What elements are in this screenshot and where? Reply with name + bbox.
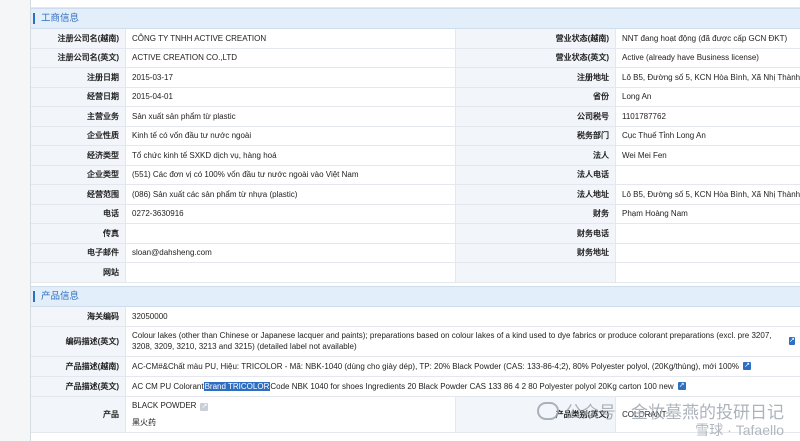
field-value: Phạm Hoàng Nam <box>622 209 688 219</box>
product-label: 产品 <box>31 396 126 432</box>
field-label: 电话 <box>31 204 126 223</box>
product-value-cn: 黑火药 <box>132 417 156 427</box>
field-value: Tổ chức kinh tế SXKD dịch vụ, hàng hoá <box>126 146 456 165</box>
field-label: 公司税号 <box>456 107 616 126</box>
table-row-product-desc-en: 产品描述(英文) AC CM PU Colorant Brand TRICOLO… <box>31 376 800 397</box>
table-row: 注册公司名(越南) CÔNG TY TNHH ACTIVE CREATION 营业状… <box>31 29 800 49</box>
product-desc-vn-value: AC-CM#&Chất màu PU, Hiệu: TRICOLOR - Mã:… <box>126 357 800 376</box>
table-row-hs-code: 海关编码 32050000 <box>31 306 800 327</box>
watermark-sub-text: 雪球 · Tafaello <box>695 422 784 438</box>
section-header-business: 工商信息 <box>31 8 800 29</box>
field-label <box>456 263 616 282</box>
selected-text-highlight[interactable]: Brand TRICOLOR <box>203 381 271 391</box>
product-desc-en-text-before: AC CM PU Colorant <box>132 381 204 391</box>
product-desc-en-value: AC CM PU Colorant Brand TRICOLOR Code NB… <box>126 377 800 396</box>
table-row: 电话 0272-3630916 财务 Phạm Hoàng Nam <box>31 204 800 224</box>
table-row: 注册日期 2015-03-17 注册地址 Lô B5, Đường số 5, KCN… <box>31 68 800 88</box>
field-label: 注册地址 <box>456 68 616 87</box>
code-desc-en-label: 编码描述(英文) <box>31 326 126 356</box>
product-desc-vn-text: AC-CM#&Chất màu PU, Hiệu: TRICOLOR - Mã:… <box>132 361 739 371</box>
field-value: 1101787762 <box>622 111 666 121</box>
external-link-icon[interactable]: ↗ <box>677 382 686 390</box>
table-row: 经营日期 2015-04-01 省份 Long An <box>31 87 800 107</box>
table-row: 传真 财务电话 <box>31 224 800 244</box>
field-label: 税务部门 <box>456 126 616 145</box>
field-label: 主营业务 <box>31 107 126 126</box>
field-label: 注册公司名(英文) <box>31 48 126 67</box>
table-row: 网站 <box>31 263 800 283</box>
field-value: CÔNG TY TNHH ACTIVE CREATION <box>126 29 456 48</box>
table-row: 主营业务 Sản xuất sản phẩm từ plastic 公司税号 1101… <box>31 107 800 127</box>
business-info-table: 注册公司名(越南) CÔNG TY TNHH ACTIVE CREATION 营业状… <box>31 29 800 283</box>
table-row: 经营范围 (086) Sản xuất các sản phẩm từ nhựa … <box>31 185 800 205</box>
table-row: 电子邮件 sloan@dahsheng.com 财务地址 <box>31 243 800 263</box>
field-label: 财务地址 <box>456 243 616 262</box>
code-desc-en-text: Colour lakes (other than Chinese or Japa… <box>132 331 772 351</box>
field-value: 2015-04-01 <box>126 87 456 106</box>
field-label: 传真 <box>31 224 126 243</box>
field-value: Cục Thuế Tỉnh Long An <box>622 131 706 141</box>
field-value: 0272-3630916 <box>126 204 456 223</box>
field-value: Kinh tế có vốn đầu tư nước ngoài <box>126 126 456 145</box>
field-label: 电子邮件 <box>31 243 126 262</box>
field-value: Lô B5, Đường số 5, KCN Hòa Bình, Xã Nhị … <box>622 72 800 82</box>
field-value: Sản xuất sản phẩm từ plastic <box>126 107 456 126</box>
table-row: 注册公司名(英文) ACTIVE CREATION CO.,LTD 营业状态(英文)… <box>31 48 800 68</box>
field-label: 法人 <box>456 146 616 165</box>
field-value: 2015-03-17 <box>126 68 456 87</box>
field-label: 经营日期 <box>31 87 126 106</box>
field-value: (086) Sản xuất các sản phẩm từ nhựa (pla… <box>126 185 456 204</box>
external-link-icon[interactable]: ↗ <box>743 362 751 370</box>
field-value: Long An <box>622 92 652 102</box>
product-desc-en-label: 产品描述(英文) <box>31 376 126 396</box>
field-value <box>616 224 800 243</box>
field-label: 企业性质 <box>31 126 126 145</box>
wechat-icon <box>536 401 559 420</box>
top-row-fragment <box>31 0 800 8</box>
table-row: 经济类型 Tổ chức kinh tế SXKD dịch vụ, hàng h… <box>31 146 800 166</box>
field-label: 经营范围 <box>31 185 126 204</box>
external-link-icon[interactable]: ↗ <box>200 402 209 411</box>
field-value <box>616 166 800 185</box>
field-label: 财务 <box>456 204 616 223</box>
field-value: Active (already have Business license) <box>622 53 759 63</box>
field-label: 营业状态(越南) <box>456 29 616 48</box>
field-value: sloan@dahsheng.com <box>126 243 456 262</box>
section-header-product: 产品信息 <box>31 285 800 307</box>
field-value <box>616 244 800 263</box>
field-label: 法人电话 <box>456 165 616 184</box>
field-value: NNT đang hoạt động (đã được cấp GCN ĐKT) <box>622 33 788 43</box>
product-desc-en-text-after: Code NBK 1040 for shoes Ingredients 20 B… <box>270 381 674 391</box>
field-label: 营业状态(英文) <box>456 48 616 67</box>
table-row-product-desc-vn: 产品描述(越南) AC-CM#&Chất màu PU, Hiệu: TRICO… <box>31 356 800 377</box>
product-value-en: BLACK POWDER <box>132 400 197 410</box>
field-value: Wei Mei Fen <box>622 150 667 160</box>
field-label: 财务电话 <box>456 224 616 243</box>
field-label: 省份 <box>456 87 616 106</box>
company-detail-panel: 工商信息 注册公司名(越南) CÔNG TY TNHH ACTIVE CREATI… <box>30 0 800 441</box>
table-row: 企业性质 Kinh tế có vốn đầu tư nước ngoài 税务部门… <box>31 126 800 146</box>
field-label: 注册公司名(越南) <box>31 29 126 48</box>
hs-code-label: 海关编码 <box>31 306 126 326</box>
field-label: 法人地址 <box>456 185 616 204</box>
field-value: ACTIVE CREATION CO.,LTD <box>126 48 456 67</box>
field-value: Lô B5, Đường số 5, KCN Hòa Bình, Xã Nhị … <box>622 189 800 199</box>
code-desc-en-value: Colour lakes (other than Chinese or Japa… <box>126 327 800 356</box>
product-desc-vn-label: 产品描述(越南) <box>31 356 126 376</box>
field-label: 网站 <box>31 263 126 282</box>
field-value <box>616 263 800 282</box>
field-value <box>126 263 456 282</box>
field-label: 经济类型 <box>31 146 126 165</box>
external-link-icon[interactable]: ↗ <box>788 337 795 345</box>
product-value: BLACK POWDER ↗ 黑火药 <box>126 396 456 432</box>
field-label: 企业类型 <box>31 165 126 184</box>
table-row: 企业类型 (551) Các đơn vị có 100% vốn đầu tư … <box>31 165 800 185</box>
hs-code-value: 32050000 <box>132 311 168 321</box>
field-label: 注册日期 <box>31 68 126 87</box>
field-value: (551) Các đơn vị có 100% vốn đầu tư nước… <box>126 165 456 184</box>
field-value <box>126 224 456 243</box>
table-row-code-desc-en: 编码描述(英文) Colour lakes (other than Chines… <box>31 326 800 357</box>
